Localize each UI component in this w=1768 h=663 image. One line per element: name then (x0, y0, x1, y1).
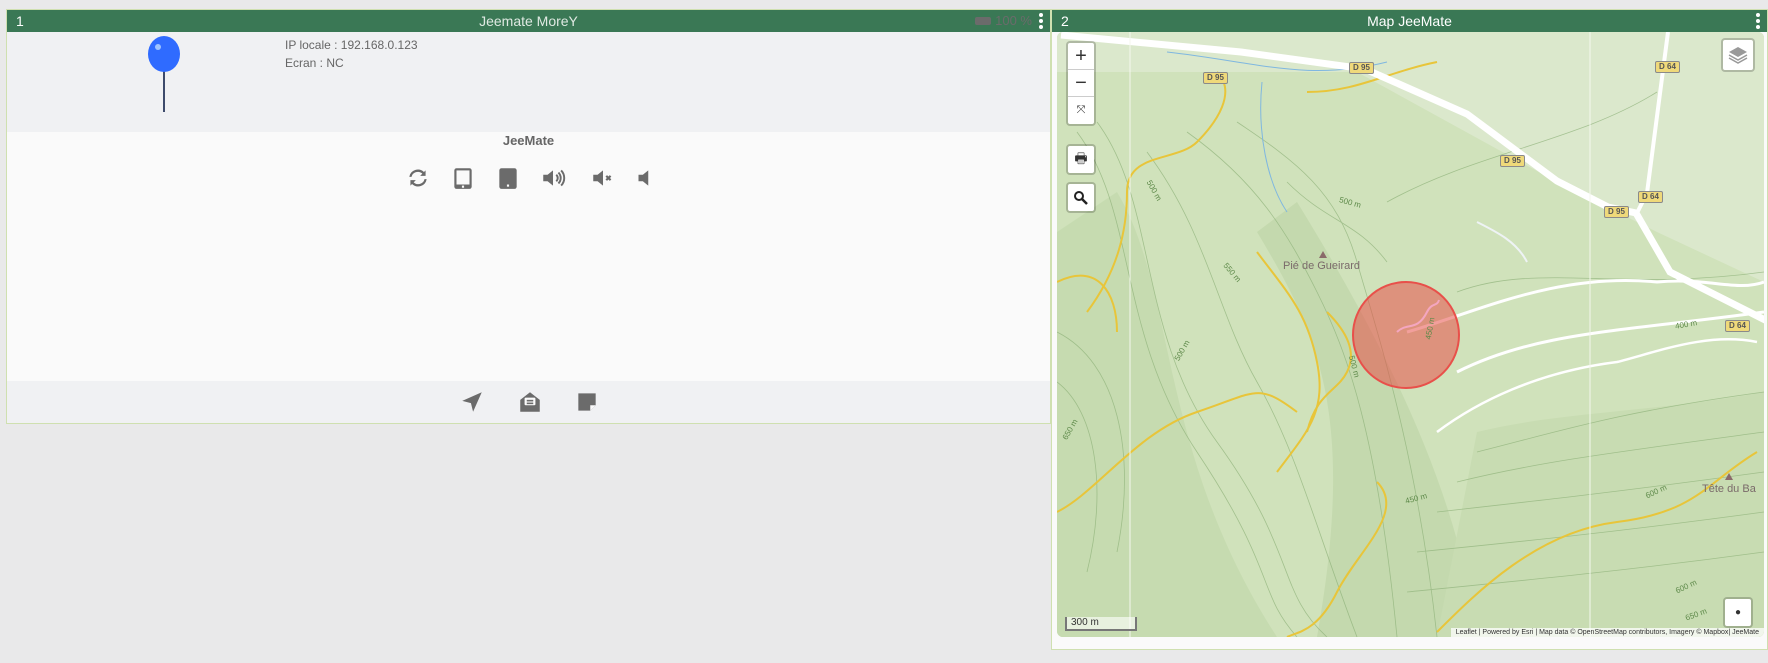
widget-header: 2 Map JeeMate (1052, 10, 1767, 32)
widget-title[interactable]: Map JeeMate (1052, 13, 1767, 29)
widget-menu-button[interactable] (1755, 12, 1761, 30)
person-icon[interactable]: ● (1725, 599, 1751, 626)
envelope-open-text-icon[interactable] (517, 389, 543, 415)
place-label: Pié de Gueirard (1283, 260, 1361, 272)
search-control (1066, 182, 1096, 213)
map-attribution: Leaflet | Powered by Esri | Map data © O… (1450, 628, 1764, 637)
battery-icon (975, 16, 992, 25)
ip-address: IP locale : 192.168.0.123 (285, 38, 418, 52)
refresh-icon[interactable] (405, 165, 431, 191)
search-icon[interactable] (1068, 184, 1094, 211)
road-label: D 95 (1500, 155, 1525, 167)
road-label: D 95 (1203, 72, 1228, 84)
print-icon[interactable]: 🖶 (1068, 146, 1094, 173)
map-pin-icon (148, 36, 180, 112)
zoom-out-button[interactable]: − (1068, 70, 1094, 97)
locate-control: ● (1723, 597, 1753, 628)
widget-footer (7, 381, 1050, 423)
volume-off-icon[interactable] (632, 165, 658, 191)
sticky-note-icon[interactable] (574, 389, 600, 415)
device-location-circle (1352, 281, 1460, 389)
map-tiles (1057, 32, 1764, 637)
road-label: D 95 (1604, 206, 1629, 218)
battery-status: 100 % (975, 13, 1032, 28)
map-widget: 2 Map JeeMate 500 m 500 m 550 m 500 m 50… (1051, 9, 1768, 650)
print-control: 🖶 (1066, 144, 1096, 175)
widget-title[interactable]: Jeemate MoreY (7, 13, 1050, 29)
place-label: Tête du Ba (1702, 483, 1756, 495)
road-label: D 64 (1638, 191, 1663, 203)
volume-up-icon[interactable] (540, 165, 566, 191)
map-scale: 300 m (1065, 617, 1137, 631)
volume-mute-icon[interactable] (590, 165, 616, 191)
widget-menu-button[interactable] (1038, 12, 1044, 30)
jeemate-widget: 1 Jeemate MoreY 100 % IP locale : 192.16… (6, 9, 1051, 424)
road-label: D 64 (1725, 320, 1750, 332)
widget-header: 1 Jeemate MoreY 100 % (7, 10, 1050, 32)
section-title: JeeMate (502, 133, 555, 148)
zoom-in-button[interactable]: + (1068, 43, 1094, 70)
location-arrow-icon[interactable] (459, 389, 485, 415)
layers-control (1721, 38, 1755, 72)
battery-level: 100 % (995, 13, 1032, 28)
map-view[interactable]: 500 m 500 m 550 m 500 m 500 m 450 m 650 … (1057, 32, 1764, 637)
fullscreen-button[interactable]: ⤧ (1068, 97, 1094, 124)
device-info-section: IP locale : 192.168.0.123 Ecran : NC (7, 32, 1050, 132)
layers-icon[interactable] (1723, 40, 1753, 70)
road-label: D 95 (1349, 62, 1374, 74)
tablet-outline-icon[interactable] (450, 165, 476, 191)
road-label: D 64 (1655, 61, 1680, 73)
tablet-icon[interactable] (495, 165, 521, 191)
zoom-control: + − ⤧ (1066, 41, 1096, 126)
screen-status: Ecran : NC (285, 56, 344, 70)
